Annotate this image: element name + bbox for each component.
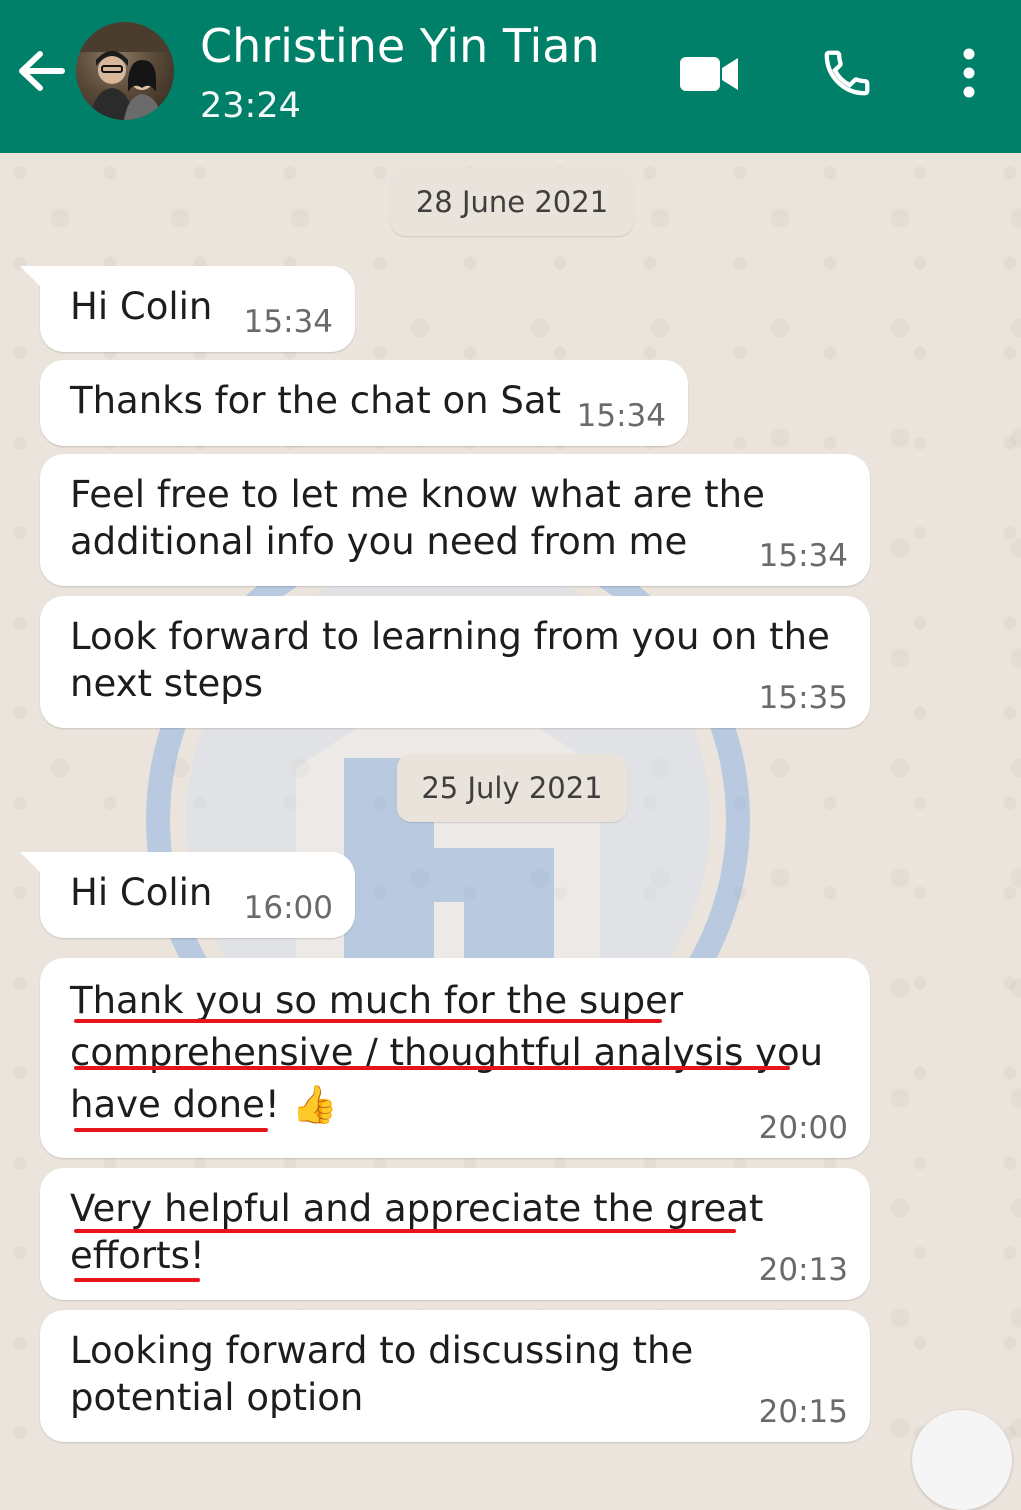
highlight-underline (74, 1066, 790, 1070)
bubble-tail (20, 852, 42, 874)
date-separator: 25 July 2021 (397, 754, 627, 822)
highlight-underline (74, 1278, 200, 1282)
message-bubble[interactable]: Looking forward to discussing the potent… (40, 1310, 870, 1442)
highlight-underline (74, 1019, 662, 1023)
message-time: 15:34 (758, 538, 848, 574)
message-bubble[interactable]: Hi Colin 16:00 (20, 852, 355, 938)
message-time: 15:35 (758, 680, 848, 716)
message-time: 15:34 (243, 304, 333, 340)
message-text: Thank you so much for the super comprehe… (70, 979, 824, 1126)
scroll-down-button[interactable] (912, 1410, 1012, 1510)
message-text: Looking forward to discussing the potent… (70, 1329, 694, 1419)
message-text: Hi Colin (70, 871, 213, 914)
contact-name[interactable]: Christine Yin Tian (200, 18, 600, 74)
voice-call-icon[interactable] (820, 46, 874, 100)
message-time: 20:15 (758, 1394, 848, 1430)
message-time: 15:34 (576, 398, 666, 434)
message-time: 20:00 (758, 1110, 848, 1146)
video-call-icon[interactable] (680, 54, 740, 94)
message-bubble[interactable]: Feel free to let me know what are the ad… (40, 454, 870, 586)
bubble-tail (20, 266, 42, 288)
message-text: Feel free to let me know what are the ad… (70, 473, 765, 563)
message-bubble[interactable]: Thanks for the chat on Sat 15:34 (40, 360, 688, 446)
message-text: Thanks for the chat on Sat (70, 379, 562, 422)
back-arrow-icon[interactable] (14, 44, 68, 98)
message-bubble[interactable]: Look forward to learning from you on the… (40, 596, 870, 728)
message-time: 20:13 (758, 1252, 848, 1288)
last-seen-status: 23:24 (200, 86, 301, 126)
highlight-underline (74, 1128, 268, 1132)
message-bubble[interactable]: Hi Colin 15:34 (20, 266, 355, 352)
more-options-icon[interactable] (955, 46, 983, 100)
chat-header: Christine Yin Tian 23:24 (0, 0, 1021, 153)
message-time: 16:00 (243, 890, 333, 926)
highlight-underline (74, 1229, 736, 1233)
avatar[interactable] (76, 22, 174, 120)
message-text: Look forward to learning from you on the… (70, 615, 830, 705)
date-separator: 28 June 2021 (391, 168, 633, 236)
message-text: Hi Colin (70, 285, 213, 328)
